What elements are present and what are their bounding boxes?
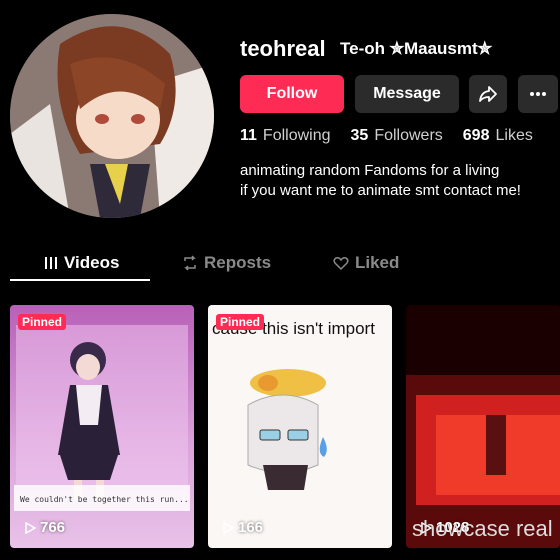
following-label: Following — [262, 127, 331, 144]
video-card[interactable]: cause this isn't import Pinned 166 — [208, 305, 392, 548]
share-arrow-icon — [479, 86, 497, 102]
active-tab-indicator — [10, 279, 150, 281]
video-card[interactable]: 1028 showcase real — [406, 305, 560, 548]
more-button[interactable] — [518, 75, 558, 113]
tab-liked[interactable]: Liked — [333, 246, 399, 280]
play-icon — [223, 521, 234, 534]
video-thumbnail — [406, 375, 560, 548]
pinned-badge: Pinned — [18, 314, 67, 330]
tab-videos-label: Videos — [64, 253, 120, 272]
video-overlay-text: We couldn't be together this run... — [20, 495, 189, 504]
nickname: Te-oh ✮Maausmt✮ — [340, 39, 492, 58]
likes-stat: 698 Likes — [463, 127, 533, 145]
tab-reposts[interactable]: Reposts — [182, 246, 271, 280]
more-dots-icon — [530, 92, 546, 96]
view-count-value: 166 — [238, 519, 264, 536]
repost-icon — [184, 255, 196, 271]
message-button[interactable]: Message — [355, 75, 459, 113]
view-count-value: 766 — [40, 519, 66, 536]
tab-videos[interactable]: Videos — [44, 246, 119, 280]
video-card[interactable]: We couldn't be together this run... Pinn… — [10, 305, 194, 548]
profile-avatar[interactable] — [10, 14, 214, 218]
profile-bio: animating random Fandoms for a living if… — [240, 161, 521, 201]
following-count: 11 — [240, 127, 257, 144]
share-button[interactable] — [469, 75, 507, 113]
follow-button[interactable]: Follow — [240, 75, 344, 113]
followers-count: 35 — [350, 127, 369, 144]
profile-tabs: Videos Reposts Liked — [0, 246, 560, 282]
followers-stat[interactable]: 35 Followers — [351, 127, 443, 145]
bio-line-2: if you want me to animate smt contact me… — [240, 182, 521, 199]
followers-label: Followers — [374, 127, 443, 144]
video-thumbnail — [247, 369, 327, 490]
username: teohreal — [240, 36, 326, 61]
pinned-badge: Pinned — [216, 314, 265, 330]
following-stat[interactable]: 11 Following — [240, 127, 331, 145]
avatar-image — [10, 14, 214, 218]
grid-bars-icon — [45, 257, 57, 269]
view-count: 166 — [222, 519, 263, 536]
likes-label: Likes — [495, 127, 533, 144]
heart-outline-icon — [333, 257, 349, 271]
profile-stats: 11 Following 35 Followers 698 Likes — [240, 127, 533, 145]
tab-liked-label: Liked — [355, 253, 400, 272]
play-icon — [25, 521, 36, 534]
tab-reposts-label: Reposts — [204, 253, 272, 272]
video-caption: showcase real — [412, 516, 553, 541]
likes-count: 698 — [462, 127, 490, 144]
bio-line-1: animating random Fandoms for a living — [240, 162, 500, 179]
video-thumbnail — [14, 325, 190, 511]
view-count: 766 — [24, 519, 65, 536]
